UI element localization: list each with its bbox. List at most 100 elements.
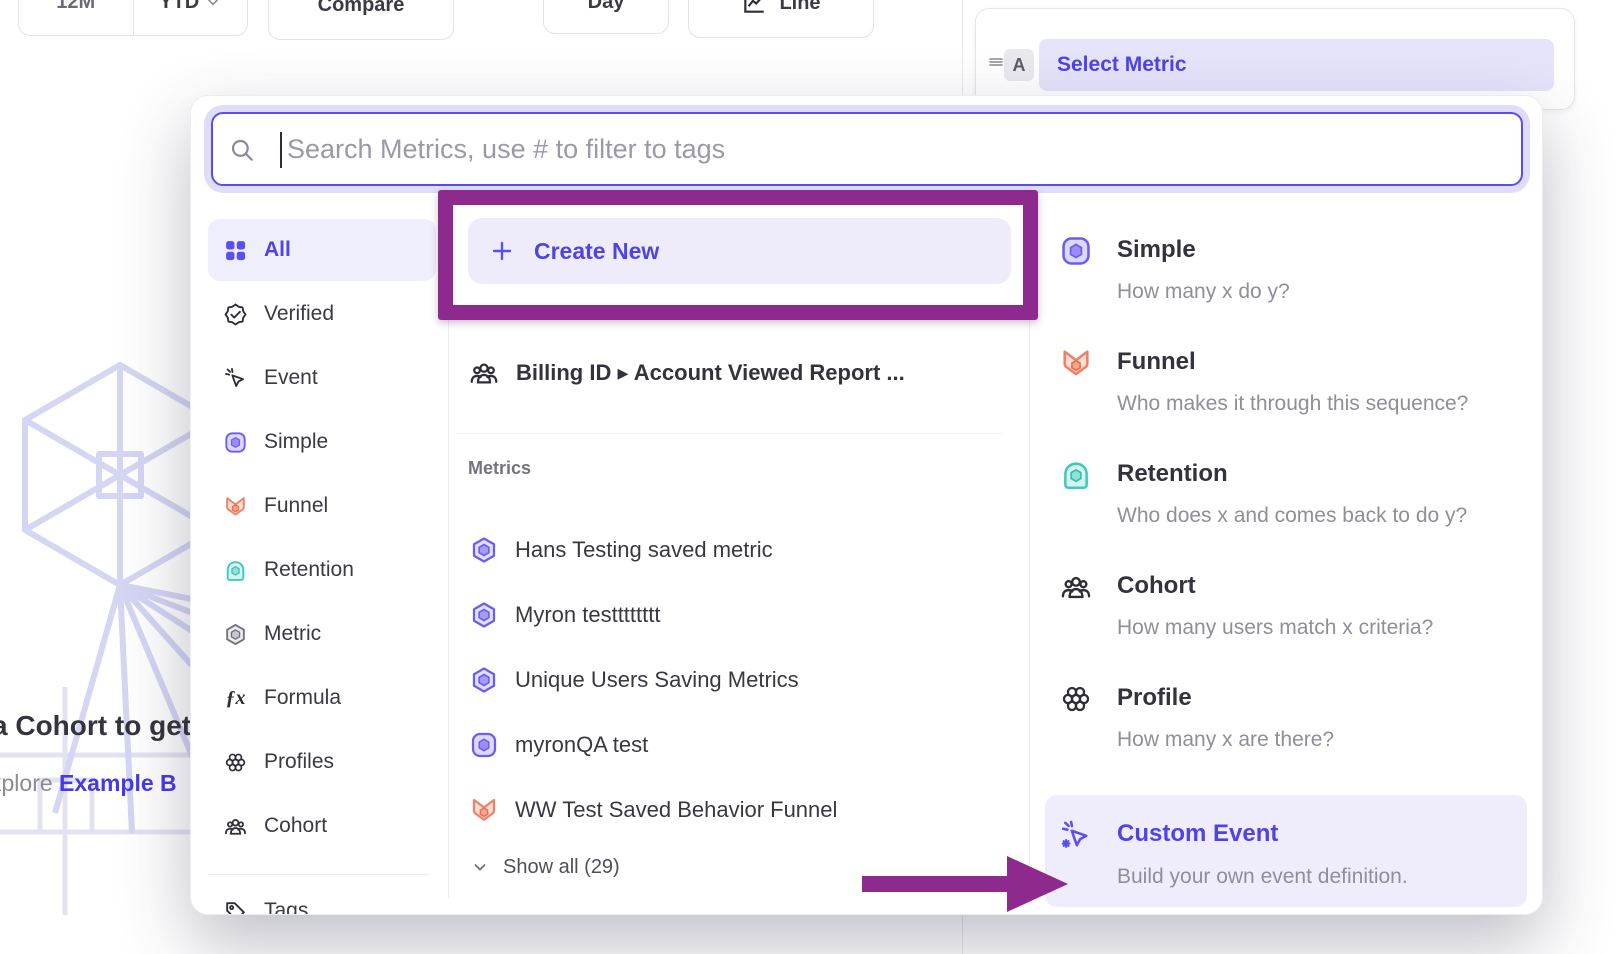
sidebar-item-retention[interactable]: Retention (208, 539, 436, 601)
create-new-button[interactable]: Create New (468, 218, 1011, 284)
saved-metric-item[interactable]: WW Test Saved Behavior Funnel (469, 778, 837, 842)
show-all-label: Show all (29) (503, 856, 620, 879)
cohort-icon (1059, 570, 1093, 604)
sidebar-item-label: Retention (264, 558, 354, 582)
saved-metric-item[interactable]: myronQA test (469, 713, 648, 777)
compare-button[interactable]: Compare (268, 0, 454, 40)
sidebar-item-all[interactable]: All (208, 219, 436, 281)
metric-type-simple[interactable]: Simple How many x do y? (1059, 233, 1519, 307)
row-letter: A (1013, 55, 1026, 76)
background-headline: a Cohort to get (0, 710, 191, 742)
metric-type-title: Profile (1117, 684, 1192, 712)
show-all-button[interactable]: Show all (29) (471, 854, 620, 880)
sidebar-item-funnel[interactable]: Funnel (208, 475, 436, 537)
sidebar-item-label: Cohort (264, 814, 327, 838)
metric-purple-icon (469, 535, 499, 565)
example-link[interactable]: Example B (59, 770, 177, 796)
verified-icon (223, 302, 248, 327)
sidebar-item-cohort[interactable]: Cohort (208, 795, 436, 857)
sidebar-item-formula[interactable]: ƒx Formula (208, 667, 436, 729)
sidebar-divider (448, 208, 449, 898)
simple-icon (223, 430, 248, 455)
chevron-down-icon (205, 0, 221, 10)
metric-type-custom-event[interactable]: Custom EventBuild your own event definit… (1059, 817, 1519, 892)
row-letter-badge: A (1004, 49, 1034, 81)
event-icon (223, 366, 248, 391)
sidebar-item-label: Funnel (264, 494, 328, 518)
recent-item-label: Billing ID ▸ Account Viewed Report ... (516, 360, 905, 386)
saved-metric-item[interactable]: Myron testttttttt (469, 583, 660, 647)
metric-type-title: Cohort (1117, 572, 1196, 600)
simple-icon (469, 730, 499, 760)
plus-icon (490, 239, 514, 263)
text-cursor (280, 132, 282, 168)
recents-heading: Recents (468, 303, 538, 324)
profiles-icon (1059, 682, 1093, 716)
metric-picker-modal: All Verified Event Simple Funnel Retention Met… (190, 95, 1543, 915)
profiles-icon (223, 750, 248, 775)
metric-purple-icon (469, 600, 499, 630)
formula-icon: ƒx (223, 686, 248, 711)
background-subline: xplore Example B (0, 770, 177, 797)
line-chart-icon (741, 0, 767, 16)
funnel-icon (469, 795, 499, 825)
cohort-icon (468, 357, 500, 389)
chart-type-button[interactable]: Line (688, 0, 874, 38)
metric-type-funnel[interactable]: FunnelWho makes it through this sequence… (1059, 345, 1519, 419)
saved-metric-item[interactable]: Unique Users Saving Metrics (469, 648, 799, 712)
sidebar-item-label: Event (264, 366, 318, 390)
custom-event-icon (1059, 818, 1093, 852)
background-subline-prefix: xplore (0, 770, 59, 796)
sidebar-bottom-divider (208, 874, 429, 875)
search-input[interactable] (211, 112, 1523, 186)
metric-type-desc: Who does x and comes back to do y? (1117, 504, 1467, 528)
sidebar-item-simple[interactable]: Simple (208, 411, 436, 473)
sidebar-item-tags[interactable]: Tags (208, 880, 436, 915)
sidebar-item-label: All (264, 238, 291, 262)
sidebar-item-label: Verified (264, 302, 334, 326)
metric-purple-icon (469, 665, 499, 695)
grid-icon (223, 238, 248, 263)
metrics-heading: Metrics (468, 458, 531, 479)
cohort-icon (223, 814, 248, 839)
sidebar-item-label: Tags (264, 899, 308, 915)
sidebar-item-event[interactable]: Event (208, 347, 436, 409)
metric-type-title: Funnel (1117, 348, 1196, 376)
chart-type-label: Line (779, 0, 820, 15)
metric-type-title: Simple (1117, 236, 1196, 264)
recent-item[interactable]: Billing ID ▸ Account Viewed Report ... (468, 341, 905, 405)
sidebar-item-label: Formula (264, 686, 341, 710)
retention-icon (1059, 458, 1093, 492)
metric-type-desc: How many x are there? (1117, 728, 1334, 752)
chevron-down-icon (471, 858, 489, 876)
create-new-label: Create New (534, 238, 659, 265)
range-12m-button[interactable]: 12M (19, 0, 134, 35)
retention-icon (223, 558, 248, 583)
range-ytd-label: YTD (159, 0, 199, 14)
sidebar-item-label: Simple (264, 430, 328, 454)
search-icon (229, 137, 255, 163)
metric-type-cohort[interactable]: CohortHow many users match x criteria? (1059, 569, 1519, 643)
range-12m-label: 12M (56, 0, 95, 14)
saved-metric-label: WW Test Saved Behavior Funnel (515, 797, 837, 823)
saved-metric-label: Myron testttttttt (515, 602, 660, 628)
sidebar-item-verified[interactable]: Verified (208, 283, 436, 345)
drag-handle-icon[interactable] (987, 53, 1005, 71)
funnel-icon (223, 494, 248, 519)
select-metric-button[interactable]: Select Metric (1039, 39, 1554, 91)
sidebar-item-label: Metric (264, 622, 321, 646)
metric-type-desc: How many x do y? (1117, 280, 1290, 304)
granularity-button[interactable]: Day (543, 0, 669, 34)
sidebar-item-metric[interactable]: Metric (208, 603, 436, 665)
sidebar-item-label: Profiles (264, 750, 334, 774)
saved-metric-item[interactable]: Hans Testing saved metric (469, 518, 773, 582)
sidebar-item-profiles[interactable]: Profiles (208, 731, 436, 793)
metric-type-retention[interactable]: RetentionWho does x and comes back to do… (1059, 457, 1519, 531)
saved-metric-label: myronQA test (515, 732, 648, 758)
saved-metric-label: Hans Testing saved metric (515, 537, 773, 563)
metric-type-profile[interactable]: Profile How many x are there? (1059, 681, 1519, 755)
compare-label: Compare (318, 0, 405, 17)
types-divider (1029, 208, 1030, 898)
date-range-group[interactable]: 12M YTD (18, 0, 248, 36)
range-ytd-button[interactable]: YTD (134, 0, 248, 35)
